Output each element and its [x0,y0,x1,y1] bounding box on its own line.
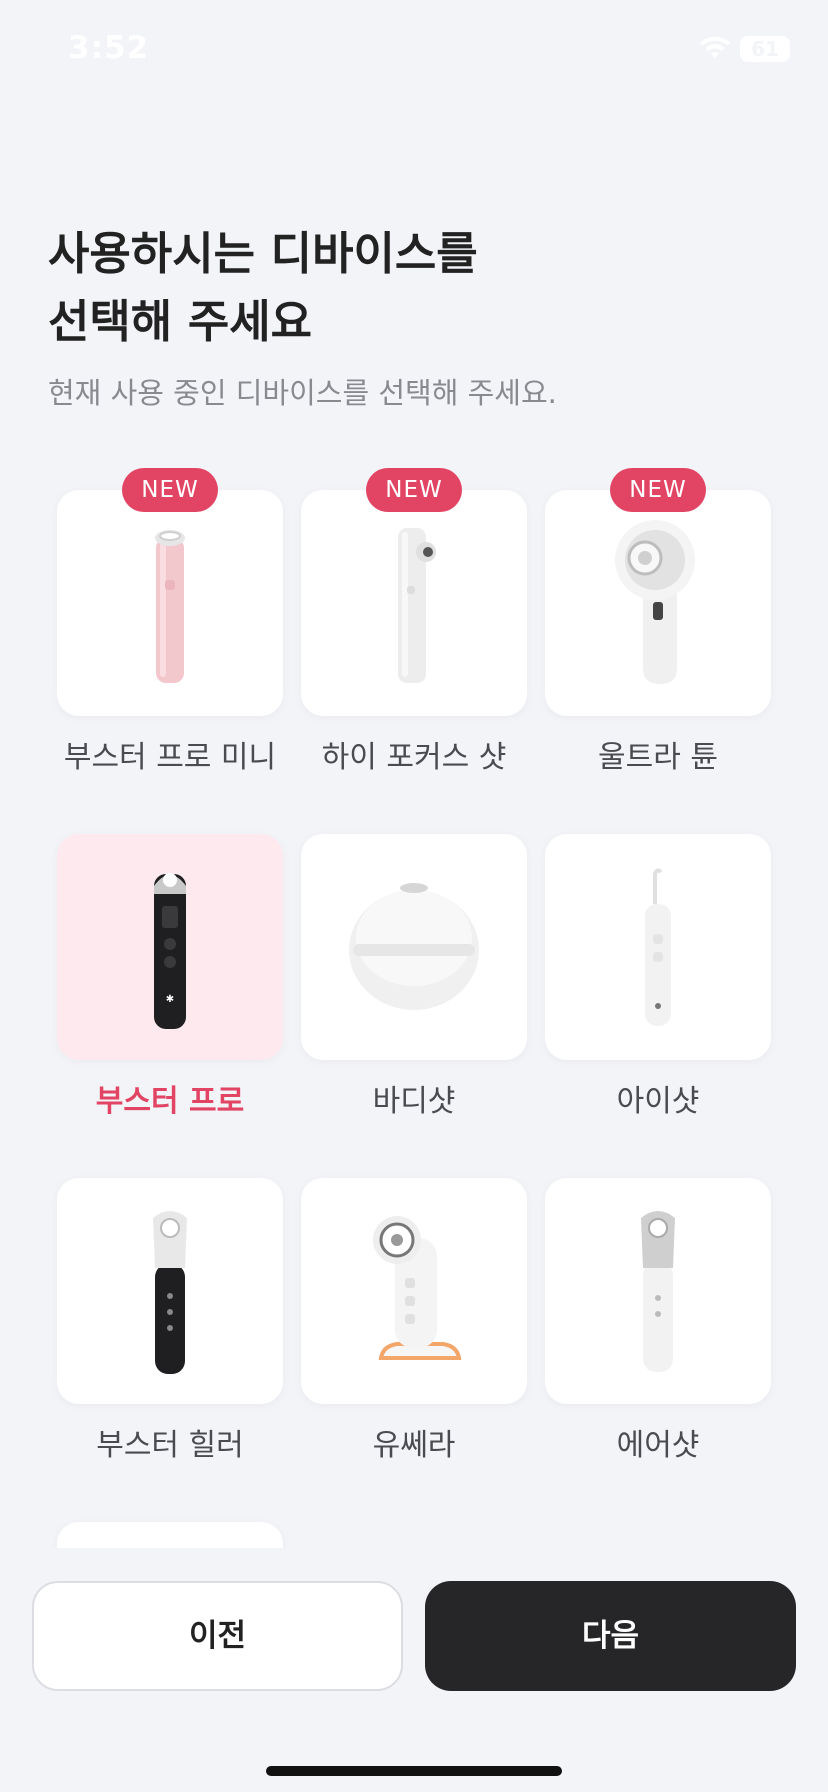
eye-shot-device-icon [645,868,671,1026]
new-badge: NEW [610,468,706,512]
svg-text:✱: ✱ [166,994,174,1005]
booster-healer-device-icon [153,1211,187,1374]
booster-pro-device-icon: ✱ [154,873,186,1029]
device-tile[interactable]: NEW [57,468,283,716]
device-label: 하이 포커스 샷 [321,740,507,775]
device-card-booster-pro[interactable]: ✱ 부스터 프로 [57,834,283,1120]
device-tile[interactable]: ✱ [57,834,283,1060]
high-focus-shot-device-icon [398,528,436,683]
device-card-partial[interactable] [57,1522,283,1548]
bottom-bar: 이전 다음 [0,1548,828,1792]
device-selection-screen: 3:52 61 사용하시는 디바이스를 선택해 주세요 현재 사용 중인 디바이… [0,0,828,1792]
device-tile[interactable] [301,1178,527,1404]
device-grid: NEW 부스터 프로 미니 NEW 하이 포커스 샷 NEW 울트라 튠 ✱ 부… [0,0,828,1548]
device-card-booster-healer[interactable]: 부스터 힐러 [57,1178,283,1464]
device-tile[interactable] [301,834,527,1060]
device-tile[interactable] [545,834,771,1060]
device-tile[interactable]: NEW [301,468,527,716]
prev-button[interactable]: 이전 [32,1581,403,1691]
device-card-eye-shot[interactable]: 아이샷 [545,834,771,1120]
booster-pro-mini-device-icon [155,530,185,683]
device-label: 부스터 프로 미니 [63,740,277,775]
home-indicator [266,1766,562,1776]
new-badge: NEW [122,468,218,512]
device-tile[interactable] [545,1178,771,1404]
device-tile[interactable]: NEW [545,468,771,716]
air-shot-device-icon [641,1211,675,1372]
device-card-high-focus-shot[interactable]: NEW 하이 포커스 샷 [301,468,527,776]
new-badge: NEW [366,468,462,512]
device-tile[interactable] [57,1522,283,1548]
device-label: 울트라 튠 [598,740,718,775]
device-tile[interactable] [57,1178,283,1404]
device-card-body-shot[interactable]: 바디샷 [301,834,527,1120]
ultra-tune-device-icon [615,520,695,684]
useera-device-icon [373,1216,462,1360]
device-label: 부스터 프로 [95,1084,245,1119]
device-label: 유쎄라 [372,1428,456,1463]
device-card-booster-pro-mini[interactable]: NEW 부스터 프로 미니 [57,468,283,776]
device-label: 아이샷 [616,1084,700,1119]
next-button[interactable]: 다음 [425,1581,796,1691]
device-label: 에어샷 [616,1428,700,1463]
device-label: 부스터 힐러 [96,1428,244,1463]
device-card-useera[interactable]: 유쎄라 [301,1178,527,1464]
device-label: 바디샷 [372,1084,456,1119]
body-shot-device-icon [349,883,479,1010]
device-card-air-shot[interactable]: 에어샷 [545,1178,771,1464]
device-card-ultra-tune[interactable]: NEW 울트라 튠 [545,468,771,776]
